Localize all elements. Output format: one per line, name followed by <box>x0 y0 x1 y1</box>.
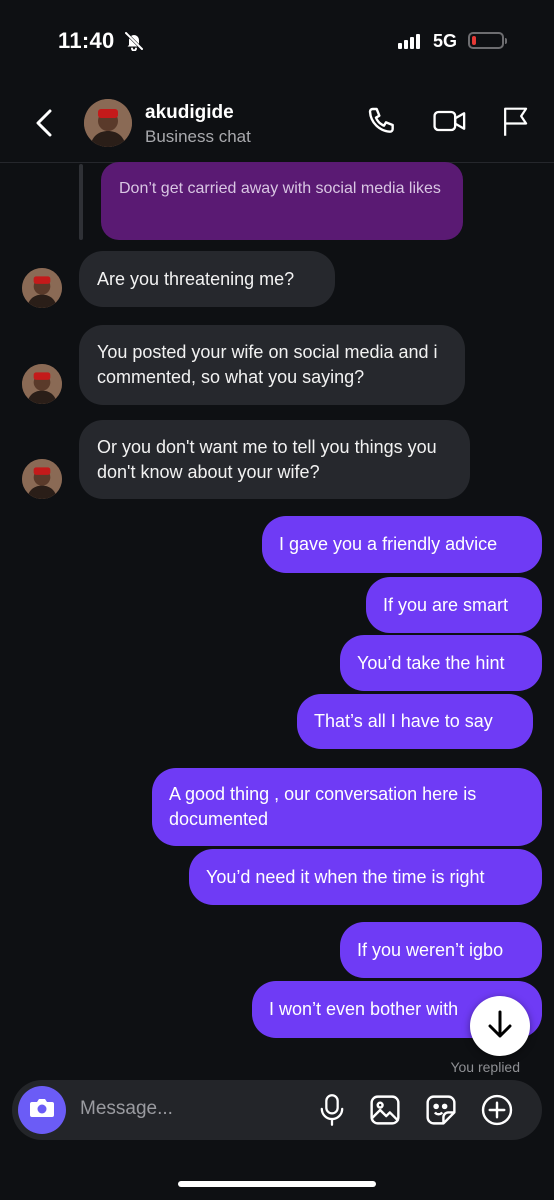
camera-icon <box>29 1097 55 1124</box>
sticker-icon[interactable] <box>424 1093 458 1132</box>
network-type: 5G <box>433 31 458 51</box>
flag-icon[interactable] <box>500 105 530 142</box>
sender-avatar[interactable] <box>22 364 62 404</box>
reply-indicator-bar <box>79 164 83 240</box>
replied-label: You replied <box>450 1059 520 1075</box>
outgoing-message[interactable]: If you weren’t igbo <box>340 922 542 978</box>
arrow-down-icon <box>486 1009 514 1044</box>
scroll-to-bottom-button[interactable] <box>470 996 530 1056</box>
contact-avatar[interactable] <box>84 99 132 147</box>
phone-icon[interactable] <box>366 105 398 142</box>
video-call-icon[interactable] <box>432 105 468 142</box>
contact-name[interactable]: akudigide <box>145 102 234 124</box>
battery-low-icon <box>468 32 507 49</box>
microphone-icon[interactable] <box>318 1093 346 1132</box>
cellular-signal-icon <box>398 34 420 49</box>
sender-avatar[interactable] <box>22 459 62 499</box>
outgoing-message[interactable]: That’s all I have to say <box>297 694 533 749</box>
quoted-message[interactable]: Don’t get carried away with social media… <box>101 162 463 240</box>
outgoing-message[interactable]: If you are smart <box>366 577 542 633</box>
outgoing-message[interactable]: A good thing , our conversation here is … <box>152 768 542 846</box>
status-time: 11:40 <box>58 28 115 53</box>
message-input[interactable]: Message... <box>80 1098 173 1120</box>
outgoing-message[interactable]: You’d need it when the time is right <box>189 849 542 905</box>
bell-muted-icon <box>124 31 144 56</box>
gallery-icon[interactable] <box>368 1093 402 1132</box>
incoming-message[interactable]: Or you don't want me to tell you things … <box>79 420 470 499</box>
outgoing-message[interactable]: I gave you a friendly advice <box>262 516 542 573</box>
home-indicator[interactable] <box>178 1181 376 1187</box>
back-chevron-icon[interactable] <box>32 108 56 143</box>
sender-avatar[interactable] <box>22 268 62 308</box>
incoming-message[interactable]: Are you threatening me? <box>79 251 335 307</box>
outgoing-message[interactable]: You’d take the hint <box>340 635 542 691</box>
add-icon[interactable] <box>480 1093 514 1132</box>
camera-button[interactable] <box>18 1086 66 1134</box>
incoming-message[interactable]: You posted your wife on social media and… <box>79 325 465 405</box>
chat-type-label: Business chat <box>145 127 251 146</box>
